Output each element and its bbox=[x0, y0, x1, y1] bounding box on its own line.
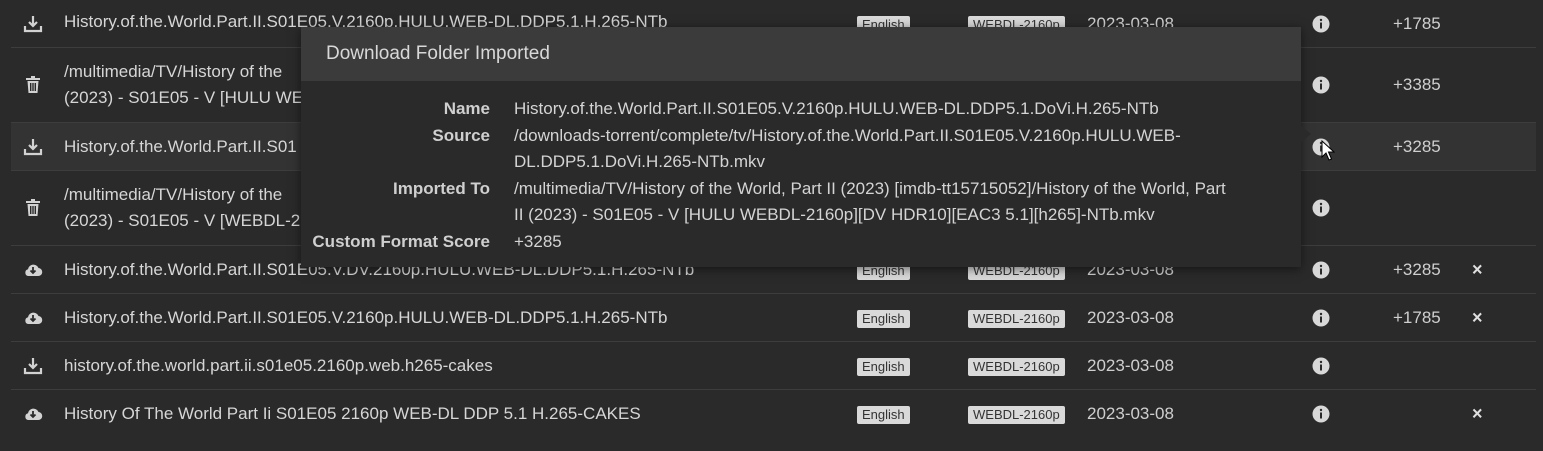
field-custom-format-score: Custom Format Score +3285 bbox=[301, 229, 1301, 255]
info-icon[interactable] bbox=[1312, 76, 1330, 94]
info-icon[interactable] bbox=[1312, 261, 1330, 279]
remove-button[interactable]: × bbox=[1472, 259, 1483, 280]
cloud-download-icon bbox=[23, 260, 43, 280]
details-popover: Download Folder Imported Name History.of… bbox=[301, 27, 1301, 267]
quality-badge: WEBDL-2160p bbox=[968, 404, 1065, 424]
field-value: +3285 bbox=[514, 232, 562, 251]
field-value: History.of.the.World.Part.II.S01E05.V.21… bbox=[514, 99, 1159, 118]
trash-icon bbox=[23, 198, 43, 218]
field-value: /multimedia/TV/History of the World, Par… bbox=[514, 179, 1226, 224]
custom-format-score: +3285 bbox=[1393, 136, 1441, 156]
download-icon bbox=[23, 356, 43, 376]
field-value: /downloads-torrent/complete/tv/History.o… bbox=[514, 126, 1181, 171]
date: 2023-03-08 bbox=[1087, 307, 1174, 327]
download-icon bbox=[23, 137, 43, 157]
table-row: history.of.the.world.part.ii.s01e05.2160… bbox=[11, 342, 1536, 390]
custom-format-score: +1785 bbox=[1393, 13, 1441, 33]
remove-button[interactable]: × bbox=[1472, 307, 1483, 328]
date: 2023-03-08 bbox=[1087, 404, 1174, 423]
download-icon bbox=[23, 14, 43, 34]
language-badge: English bbox=[857, 308, 910, 328]
field-label: Name bbox=[443, 99, 490, 118]
cloud-download-icon bbox=[23, 308, 43, 328]
remove-button[interactable]: × bbox=[1472, 404, 1483, 425]
trash-icon bbox=[23, 75, 43, 95]
language-badge: English bbox=[857, 356, 910, 376]
custom-format-score: +3285 bbox=[1393, 259, 1441, 279]
table-row: History Of The World Part Ii S01E05 2160… bbox=[11, 390, 1536, 438]
info-icon[interactable] bbox=[1312, 357, 1330, 375]
table-row: History.of.the.World.Part.II.S01E05.V.21… bbox=[11, 294, 1536, 342]
field-label: Custom Format Score bbox=[312, 232, 490, 251]
custom-format-score: +1785 bbox=[1393, 307, 1441, 327]
field-name: Name History.of.the.World.Part.II.S01E05… bbox=[301, 96, 1301, 122]
info-icon[interactable] bbox=[1312, 309, 1330, 327]
info-icon[interactable] bbox=[1312, 15, 1330, 33]
mouse-cursor-icon bbox=[1321, 140, 1335, 161]
field-imported-to: Imported To /multimedia/TV/History of th… bbox=[301, 176, 1301, 228]
popover-body: Name History.of.the.World.Part.II.S01E05… bbox=[301, 81, 1301, 255]
info-icon[interactable] bbox=[1312, 199, 1330, 217]
info-icon[interactable] bbox=[1312, 405, 1330, 423]
release-title: History.of.the.World.Part.II.S01E05.V.21… bbox=[64, 307, 668, 327]
cloud-download-icon bbox=[23, 404, 43, 424]
release-title: history.of.the.world.part.ii.s01e05.2160… bbox=[64, 355, 493, 375]
date: 2023-03-08 bbox=[1087, 355, 1174, 375]
field-label: Source bbox=[432, 126, 490, 145]
field-source: Source /downloads-torrent/complete/tv/Hi… bbox=[301, 123, 1301, 175]
popover-arrow bbox=[1301, 126, 1311, 142]
quality-badge: WEBDL-2160p bbox=[968, 356, 1065, 376]
language-badge: English bbox=[857, 404, 910, 424]
field-label: Imported To bbox=[393, 179, 490, 198]
popover-title: Download Folder Imported bbox=[301, 27, 1301, 81]
custom-format-score: +3385 bbox=[1393, 75, 1441, 94]
quality-badge: WEBDL-2160p bbox=[968, 308, 1065, 328]
release-title: History Of The World Part Ii S01E05 2160… bbox=[64, 404, 641, 423]
